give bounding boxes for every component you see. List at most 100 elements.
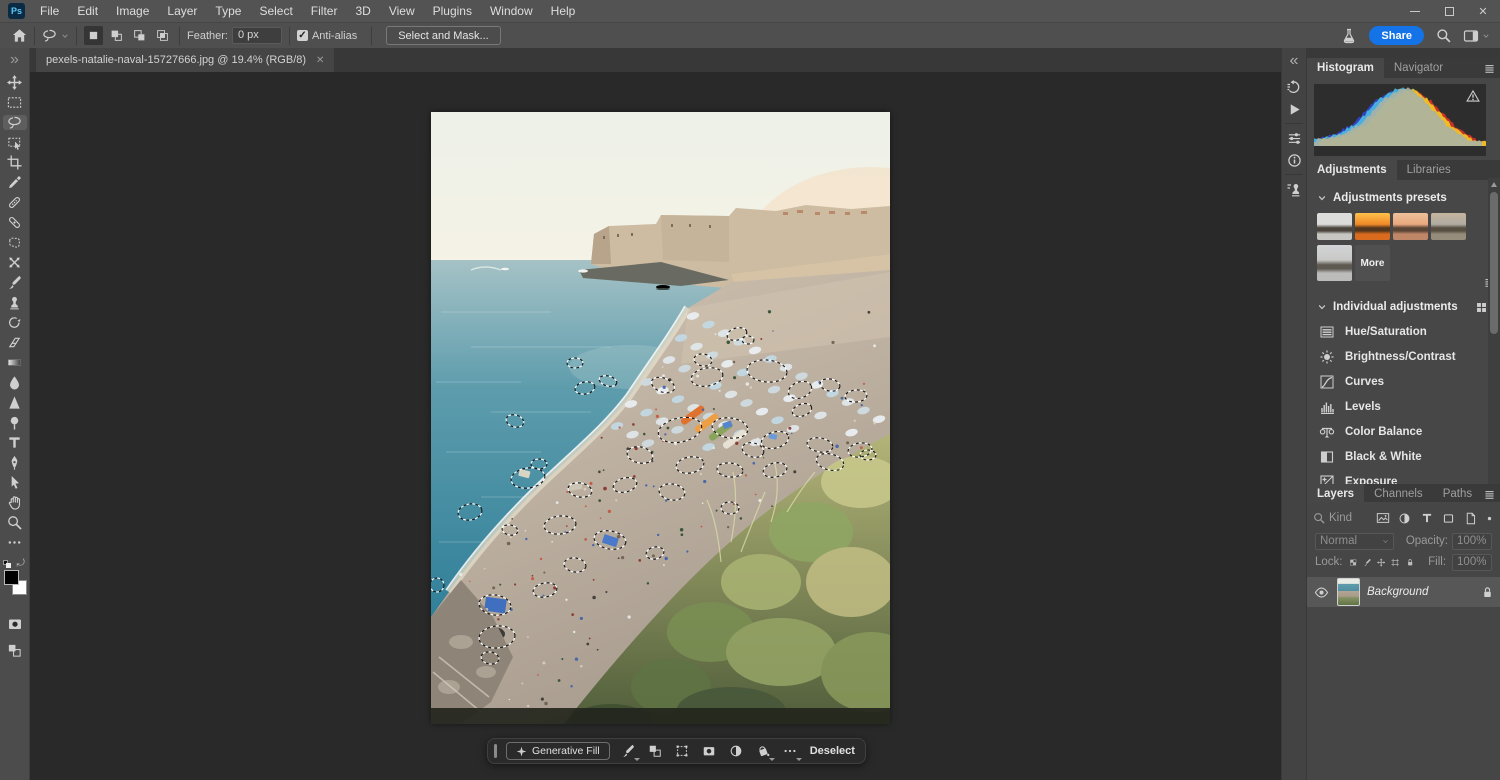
tool-crop[interactable] (3, 155, 27, 170)
tool-zoom[interactable] (3, 515, 27, 530)
adjustment-brightness-contrast[interactable]: Brightness/Contrast (1307, 344, 1500, 369)
tab-close-icon[interactable]: ✕ (316, 55, 324, 66)
menu-view[interactable]: View (380, 1, 424, 21)
tool-path-selection[interactable] (3, 475, 27, 490)
filter-smart-objects-button[interactable] (1462, 510, 1479, 526)
tool-history-brush[interactable] (3, 315, 27, 330)
visibility-eye-icon[interactable] (1313, 585, 1330, 600)
filter-toggle[interactable] (1484, 510, 1494, 526)
deselect-button[interactable]: Deselect (808, 745, 855, 757)
adjustments-presets-header[interactable]: Adjustments presets (1307, 192, 1500, 204)
tool-pen[interactable] (3, 455, 27, 470)
expand-panels-icon[interactable]: « (1290, 52, 1299, 70)
adjustment-preset-thumbnail[interactable] (1317, 245, 1352, 281)
tool-dodge[interactable] (3, 415, 27, 430)
layer-filter-field[interactable]: Kind (1313, 512, 1369, 524)
new-selection-button[interactable] (84, 26, 103, 45)
maximize-button[interactable] (1432, 0, 1466, 22)
beta-features-icon[interactable] (1341, 28, 1357, 44)
layer-row-background[interactable]: Background (1307, 577, 1500, 607)
foreground-color-swatch[interactable] (4, 570, 19, 585)
taskbar-drag-handle[interactable] (494, 744, 497, 758)
workspace-switcher[interactable] (1463, 28, 1490, 44)
toolbar-collapse-icon[interactable]: » (10, 51, 19, 69)
tool-gradient[interactable] (3, 355, 27, 370)
adjustment-hue-saturation[interactable]: Hue/Saturation (1307, 319, 1500, 344)
panel-menu-icon[interactable] (1483, 62, 1496, 75)
search-icon[interactable] (1436, 28, 1451, 43)
tool-move[interactable] (3, 75, 27, 90)
tool-type[interactable] (3, 435, 27, 450)
lock-paint-icon[interactable] (1363, 556, 1371, 569)
tool-hand[interactable] (3, 495, 27, 510)
home-icon[interactable] (12, 28, 27, 43)
tool-spot-healing-brush[interactable] (3, 195, 27, 210)
tool-content-aware-move[interactable] (3, 255, 27, 270)
adjustment-preset-thumbnail[interactable] (1431, 213, 1466, 240)
tool-object-selection[interactable] (3, 135, 27, 150)
filter-pixel-layers-button[interactable] (1374, 510, 1391, 526)
tool-patch[interactable] (3, 235, 27, 250)
intersect-selection-button[interactable] (153, 26, 172, 45)
tab-paths[interactable]: Paths (1433, 484, 1482, 504)
tab-navigator[interactable]: Navigator (1384, 58, 1453, 78)
filter-adjustment-layers-button[interactable] (1396, 510, 1413, 526)
menu-window[interactable]: Window (481, 1, 542, 21)
tool-healing-brush[interactable] (3, 215, 27, 230)
modify-selection-button[interactable] (619, 742, 637, 760)
adjustment-black-white[interactable]: Black & White (1307, 444, 1500, 469)
lock-artboard-icon[interactable] (1391, 556, 1399, 569)
tab-layers[interactable]: Layers (1307, 484, 1364, 504)
warning-icon[interactable] (1466, 89, 1480, 103)
tool-rectangular-marquee[interactable] (3, 95, 27, 110)
adjustment-preset-thumbnail[interactable] (1317, 213, 1352, 240)
menu-layer[interactable]: Layer (158, 1, 206, 21)
scroll-up-arrow[interactable] (1491, 182, 1497, 187)
close-button[interactable]: ✕ (1466, 0, 1500, 22)
tool-brush[interactable] (3, 275, 27, 290)
filter-shape-layers-button[interactable] (1440, 510, 1457, 526)
canvas-image[interactable] (431, 112, 890, 724)
blend-mode-select[interactable]: Normal (1315, 533, 1394, 550)
menu-plugins[interactable]: Plugins (424, 1, 481, 21)
actions-panel-button[interactable] (1282, 98, 1306, 120)
info-panel-button[interactable] (1282, 149, 1306, 171)
clone-source-panel-button[interactable] (1282, 178, 1306, 200)
quick-mask-button[interactable] (7, 615, 23, 633)
invert-selection-button[interactable] (646, 742, 664, 760)
scrollbar-thumb[interactable] (1490, 192, 1498, 334)
default-colors-icon[interactable] (3, 560, 12, 569)
photoshop-logo[interactable]: Ps (8, 3, 25, 19)
create-mask-button[interactable] (700, 742, 718, 760)
tool-blur[interactable] (3, 375, 27, 390)
adjustment-color-balance[interactable]: Color Balance (1307, 419, 1500, 444)
layer-lock-icon[interactable] (1481, 586, 1494, 599)
adjustment-preset-thumbnail[interactable] (1393, 213, 1428, 240)
adjustment-levels[interactable]: Levels (1307, 394, 1500, 419)
adjustment-preset-thumbnail[interactable] (1355, 213, 1390, 240)
tool-clone-stamp[interactable] (3, 295, 27, 310)
create-adjustment-button[interactable] (727, 742, 745, 760)
tool-eyedropper[interactable] (3, 175, 27, 190)
minimize-button[interactable] (1398, 0, 1432, 22)
tab-adjustments[interactable]: Adjustments (1307, 160, 1397, 180)
screen-mode-button[interactable] (7, 642, 22, 660)
feather-input[interactable]: 0 px (232, 27, 282, 44)
more-options-button[interactable] (781, 742, 799, 760)
tab-histogram[interactable]: Histogram (1307, 58, 1384, 78)
properties-panel-button[interactable] (1282, 127, 1306, 149)
canvas-area[interactable]: Generative Fill Deselect (30, 72, 1281, 780)
document-tab[interactable]: pexels-natalie-naval-15727666.jpg @ 19.4… (36, 48, 334, 72)
adjustment-exposure[interactable]: Exposure (1307, 469, 1500, 484)
anti-alias-checkbox[interactable]: ✓ (297, 30, 308, 41)
presets-more-button[interactable]: More (1355, 245, 1390, 281)
menu-file[interactable]: File (31, 1, 68, 21)
tool-sharpen[interactable] (3, 395, 27, 410)
subtract-from-selection-button[interactable] (130, 26, 149, 45)
menu-type[interactable]: Type (206, 1, 250, 21)
grid-view-icon[interactable] (1475, 301, 1488, 314)
adjustment-curves[interactable]: Curves (1307, 369, 1500, 394)
swap-colors-icon[interactable]: ⤾ (17, 558, 25, 569)
tool-preset[interactable] (42, 28, 69, 43)
tool-lasso[interactable] (3, 115, 27, 130)
